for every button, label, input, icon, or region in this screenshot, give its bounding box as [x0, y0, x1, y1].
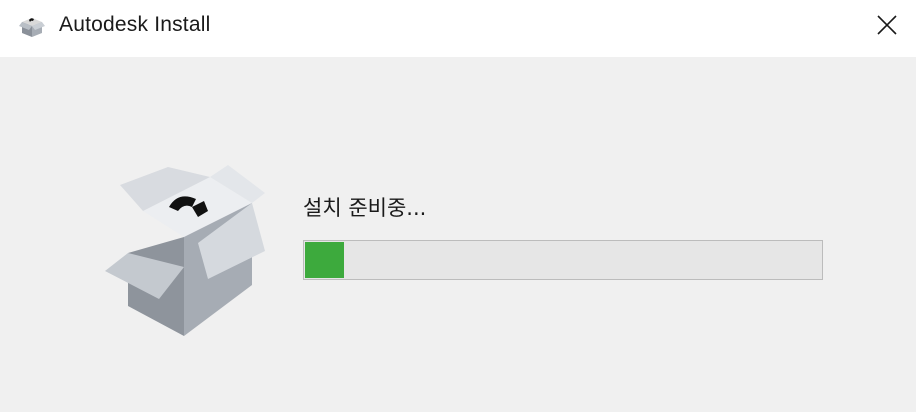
install-progress-bar — [303, 240, 823, 280]
close-button[interactable] — [858, 0, 916, 50]
install-content: 설치 준비중... — [0, 57, 916, 412]
progress-fill — [305, 242, 344, 278]
open-box-icon — [100, 159, 268, 371]
status-text: 설치 준비중... — [303, 196, 427, 220]
title-bar[interactable]: Autodesk Install — [0, 0, 916, 57]
close-icon — [877, 15, 897, 35]
autodesk-install-icon — [18, 12, 46, 40]
installer-window: Autodesk Install 설치 준비중... — [0, 0, 916, 412]
window-title: Autodesk Install — [59, 13, 211, 36]
